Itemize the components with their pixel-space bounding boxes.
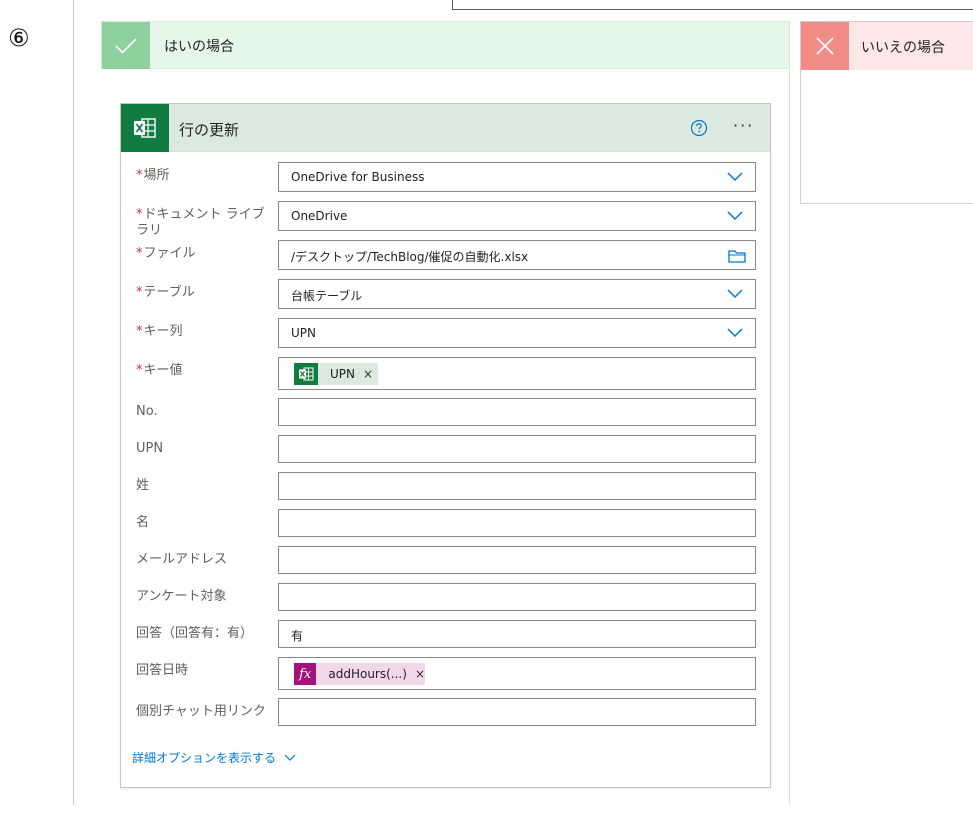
- no-input[interactable]: [278, 398, 756, 426]
- branch-connector: [452, 0, 973, 10]
- required-mark: *: [136, 324, 143, 339]
- file-picker[interactable]: /デスクトップ/TechBlog/催促の自動化.xlsx: [278, 240, 756, 270]
- key-value-label: *キー値: [136, 363, 183, 378]
- table-label: *テーブル: [136, 285, 195, 300]
- answer-datetime-input[interactable]: fx addHours(...) ×: [278, 657, 756, 690]
- step-number: ⑥: [8, 24, 30, 52]
- close-icon: [801, 22, 849, 70]
- show-advanced-options-link[interactable]: 詳細オプションを表示する: [132, 749, 296, 766]
- chat-link-label: 個別チャット用リンク: [136, 704, 266, 719]
- table-dropdown[interactable]: 台帳テーブル: [278, 279, 756, 309]
- dynamic-content-token[interactable]: UPN ×: [294, 363, 378, 385]
- first-name-label: 名: [136, 515, 150, 530]
- advanced-options-label: 詳細オプションを表示する: [132, 751, 277, 765]
- chat-link-input[interactable]: [278, 698, 756, 726]
- required-mark: *: [136, 168, 143, 183]
- survey-target-input[interactable]: [278, 583, 756, 611]
- upn-input[interactable]: [278, 435, 756, 463]
- chevron-down-icon: [727, 211, 743, 221]
- update-row-action-card: 行の更新 ··· *場所 OneDrive for Business *ドキュメ…: [120, 103, 771, 788]
- required-mark: *: [136, 363, 143, 378]
- email-label: メールアドレス: [136, 552, 228, 567]
- yes-branch-title: はいの場合: [164, 39, 234, 55]
- no-branch-title: いいえの場合: [861, 40, 945, 56]
- required-mark: *: [136, 246, 143, 261]
- chevron-down-icon: [727, 328, 743, 338]
- token-label: UPN: [330, 367, 355, 381]
- required-mark: *: [136, 285, 143, 300]
- email-input[interactable]: [278, 546, 756, 574]
- file-value: /デスクトップ/TechBlog/催促の自動化.xlsx: [291, 250, 529, 264]
- upn-label: UPN: [136, 441, 164, 456]
- location-value: OneDrive for Business: [291, 170, 425, 184]
- remove-token-icon[interactable]: ×: [415, 667, 425, 681]
- location-dropdown[interactable]: OneDrive for Business: [278, 162, 756, 192]
- expression-token[interactable]: fx addHours(...) ×: [294, 663, 425, 685]
- location-label: *場所: [136, 168, 170, 183]
- no-branch-header[interactable]: いいえの場合: [801, 22, 973, 70]
- yes-branch-header[interactable]: はいの場合: [101, 21, 790, 69]
- function-icon: fx: [294, 663, 317, 685]
- key-column-dropdown[interactable]: UPN: [278, 318, 756, 348]
- key-column-value: UPN: [291, 326, 316, 340]
- checkmark-icon: [102, 22, 150, 69]
- answer-label: 回答（回答有：有）: [136, 626, 254, 641]
- document-library-dropdown[interactable]: OneDrive: [278, 201, 756, 231]
- excel-icon: [121, 104, 169, 152]
- file-label: *ファイル: [136, 246, 196, 261]
- flow-connector-line: [73, 0, 74, 805]
- more-options-icon[interactable]: ···: [733, 116, 761, 136]
- answer-datetime-label: 回答日時: [136, 663, 189, 678]
- action-title: 行の更新: [179, 121, 240, 139]
- chevron-down-icon: [727, 172, 743, 182]
- help-icon[interactable]: [690, 119, 708, 137]
- last-name-label: 姓: [136, 478, 150, 493]
- required-mark: *: [136, 207, 143, 222]
- remove-token-icon[interactable]: ×: [363, 367, 373, 381]
- table-value: 台帳テーブル: [291, 289, 363, 303]
- key-column-label: *キー列: [136, 324, 183, 339]
- folder-icon[interactable]: [728, 249, 746, 263]
- document-library-value: OneDrive: [291, 209, 348, 223]
- answer-value: 有: [291, 629, 304, 643]
- yes-branch-border: [789, 69, 790, 805]
- survey-target-label: アンケート対象: [136, 589, 227, 604]
- chevron-down-icon: [727, 289, 743, 299]
- action-card-header[interactable]: 行の更新 ···: [121, 104, 770, 152]
- chevron-down-icon: [284, 754, 296, 761]
- last-name-input[interactable]: [278, 472, 756, 500]
- no-branch-panel: いいえの場合: [800, 21, 973, 204]
- document-library-label: *ドキュメント ライブラリ: [136, 207, 265, 238]
- token-label: addHours(...): [328, 667, 407, 681]
- no-label: No.: [136, 404, 158, 419]
- key-value-input[interactable]: UPN ×: [278, 357, 756, 390]
- first-name-input[interactable]: [278, 509, 756, 537]
- answer-input[interactable]: 有: [278, 620, 756, 648]
- excel-icon: [294, 363, 318, 385]
